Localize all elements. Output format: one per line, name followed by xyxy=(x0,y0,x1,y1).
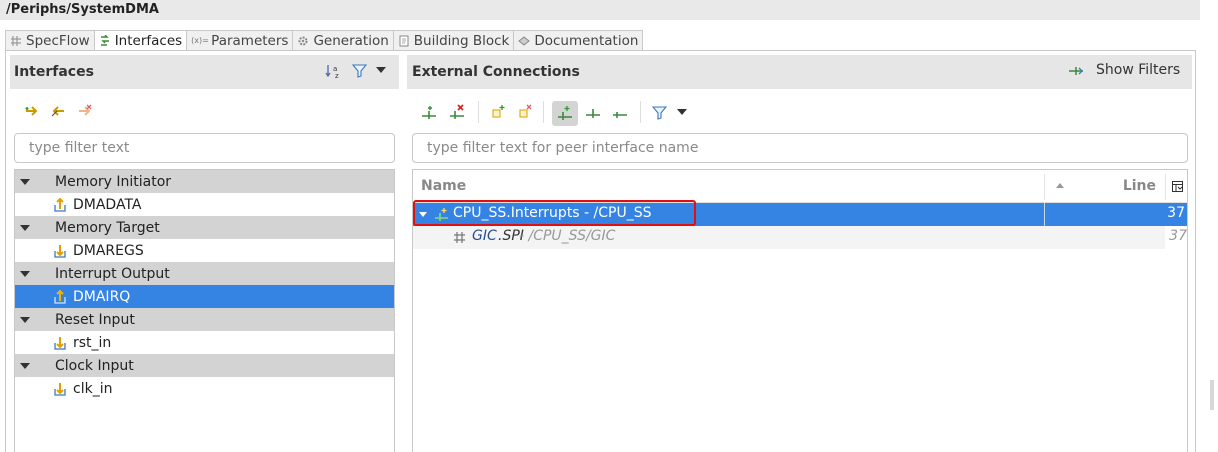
interfaces-icon xyxy=(100,34,109,46)
group-label: Clock Input xyxy=(55,357,134,374)
tab-label: Building Block xyxy=(413,32,510,49)
expand-arrow-icon[interactable] xyxy=(20,317,30,323)
parameters-icon: (x)= xyxy=(191,35,209,45)
peer-interface-icon xyxy=(454,232,465,243)
column-header-name[interactable]: Name xyxy=(421,178,466,194)
tree-group-memory-initiator[interactable]: Memory Initiator xyxy=(15,170,394,193)
expand-arrow-icon[interactable] xyxy=(20,225,30,231)
peer-filter-input[interactable] xyxy=(412,133,1188,163)
tab-documentation[interactable]: Documentation xyxy=(513,30,644,50)
item-label: clk_in xyxy=(73,380,113,397)
group-label: Interrupt Output xyxy=(55,265,170,282)
item-label: DMAREGS xyxy=(73,242,144,259)
interfaces-filter-input[interactable] xyxy=(14,133,395,163)
initiator-interface-icon xyxy=(54,197,66,212)
column-separator[interactable] xyxy=(1044,174,1045,200)
target-interface-icon xyxy=(54,245,66,258)
column-menu-icon[interactable] xyxy=(1172,181,1183,192)
interfaces-tree: Memory Initiator DMADATA Memory Target D… xyxy=(14,169,395,452)
document-icon xyxy=(399,35,409,46)
editor-title: /Periphs/SystemDMA xyxy=(0,0,1200,20)
tree-item-dmairq[interactable]: DMAIRQ xyxy=(15,285,394,308)
input-interface-icon xyxy=(54,383,66,396)
toolbar-separator xyxy=(543,101,544,123)
item-label: DMAIRQ xyxy=(73,288,131,305)
item-label: DMADATA xyxy=(73,196,142,213)
tab-label: Interfaces xyxy=(114,32,183,49)
column-separator xyxy=(1044,203,1045,226)
interfaces-panel-title: Interfaces xyxy=(14,64,94,80)
filter-icon[interactable] xyxy=(652,105,667,120)
delete-connection-icon[interactable] xyxy=(449,104,465,120)
expand-arrow-icon[interactable] xyxy=(20,179,30,185)
connection-line: 37 xyxy=(1167,205,1185,221)
table-row[interactable]: GIC .SPI - /CPU_SS/GIC 37 xyxy=(413,226,1187,249)
group-label: Memory Initiator xyxy=(55,173,172,190)
peer-name-prefix: GIC xyxy=(472,228,497,244)
tab-label: Documentation xyxy=(534,32,639,49)
tab-label: Generation xyxy=(313,32,389,49)
show-filters-icon[interactable] xyxy=(1068,64,1084,78)
tab-building-block[interactable]: Building Block xyxy=(392,30,515,50)
output-interface-icon xyxy=(54,289,66,304)
connections-panel-title: External Connections xyxy=(412,64,580,80)
column-header-line[interactable]: Line xyxy=(1123,178,1156,194)
highlight-annotation xyxy=(413,200,696,226)
connection-view-icon xyxy=(558,106,572,120)
peer-path: - /CPU_SS/GIC xyxy=(519,228,616,244)
remove-interface-icon[interactable] xyxy=(77,104,93,118)
expand-arrow-icon[interactable] xyxy=(20,363,30,369)
tree-item-dmadata[interactable]: DMADATA xyxy=(15,193,394,216)
table-header: Name Line xyxy=(413,170,1187,203)
expand-arrow-icon[interactable] xyxy=(20,271,30,277)
chevron-down-icon[interactable] xyxy=(376,67,386,74)
item-label: rst_in xyxy=(73,334,112,351)
tree-item-rst-in[interactable]: rst_in xyxy=(15,331,394,354)
tree-group-interrupt-output[interactable]: Interrupt Output xyxy=(15,262,394,285)
gear-icon xyxy=(298,36,308,45)
tree-group-clock-input[interactable]: Clock Input xyxy=(15,354,394,377)
column-separator[interactable] xyxy=(1165,174,1166,200)
group-label: Memory Target xyxy=(55,219,160,236)
tab-label: SpecFlow xyxy=(26,32,90,49)
show-filters-button[interactable]: Show Filters xyxy=(1096,62,1180,78)
edit-interface-icon[interactable] xyxy=(50,104,66,118)
add-interface-icon[interactable] xyxy=(24,104,40,118)
editor-tabs: SpecFlow Interfaces (x)= Parameters Gene… xyxy=(5,30,644,50)
tree-group-memory-target[interactable]: Memory Target xyxy=(15,216,394,239)
svg-text:z: z xyxy=(335,72,339,79)
input-interface-icon xyxy=(54,337,66,350)
group-label: Reset Input xyxy=(55,311,135,328)
toggle-connection-view-button[interactable] xyxy=(552,101,578,126)
sort-ascending-icon xyxy=(1056,183,1064,188)
add-connection-icon[interactable] xyxy=(421,104,437,120)
tree-group-reset-input[interactable]: Reset Input xyxy=(15,308,394,331)
peer-line: 37 xyxy=(1169,228,1187,244)
tab-label: Parameters xyxy=(211,32,289,49)
tree-item-dmaregs[interactable]: DMAREGS xyxy=(15,239,394,262)
tree-item-clk-in[interactable]: clk_in xyxy=(15,377,394,400)
book-icon xyxy=(518,35,531,46)
tab-interfaces[interactable]: Interfaces xyxy=(93,30,188,50)
chevron-down-icon[interactable] xyxy=(677,109,687,116)
vertical-scrollbar-hint[interactable] xyxy=(1210,380,1214,410)
bus-view-icon[interactable] xyxy=(585,107,601,119)
filter-icon[interactable] xyxy=(352,63,367,78)
flat-view-icon[interactable] xyxy=(612,109,628,119)
toolbar-separator xyxy=(640,101,641,123)
tab-specflow[interactable]: SpecFlow xyxy=(5,30,95,50)
grid-icon xyxy=(11,35,21,46)
add-peer-icon[interactable] xyxy=(491,104,506,119)
toolbar-separator xyxy=(478,101,479,123)
tab-generation[interactable]: Generation xyxy=(292,30,394,50)
tab-parameters[interactable]: (x)= Parameters xyxy=(186,30,294,50)
remove-peer-icon[interactable] xyxy=(518,104,533,119)
sort-alpha-icon[interactable]: a z xyxy=(325,63,342,79)
